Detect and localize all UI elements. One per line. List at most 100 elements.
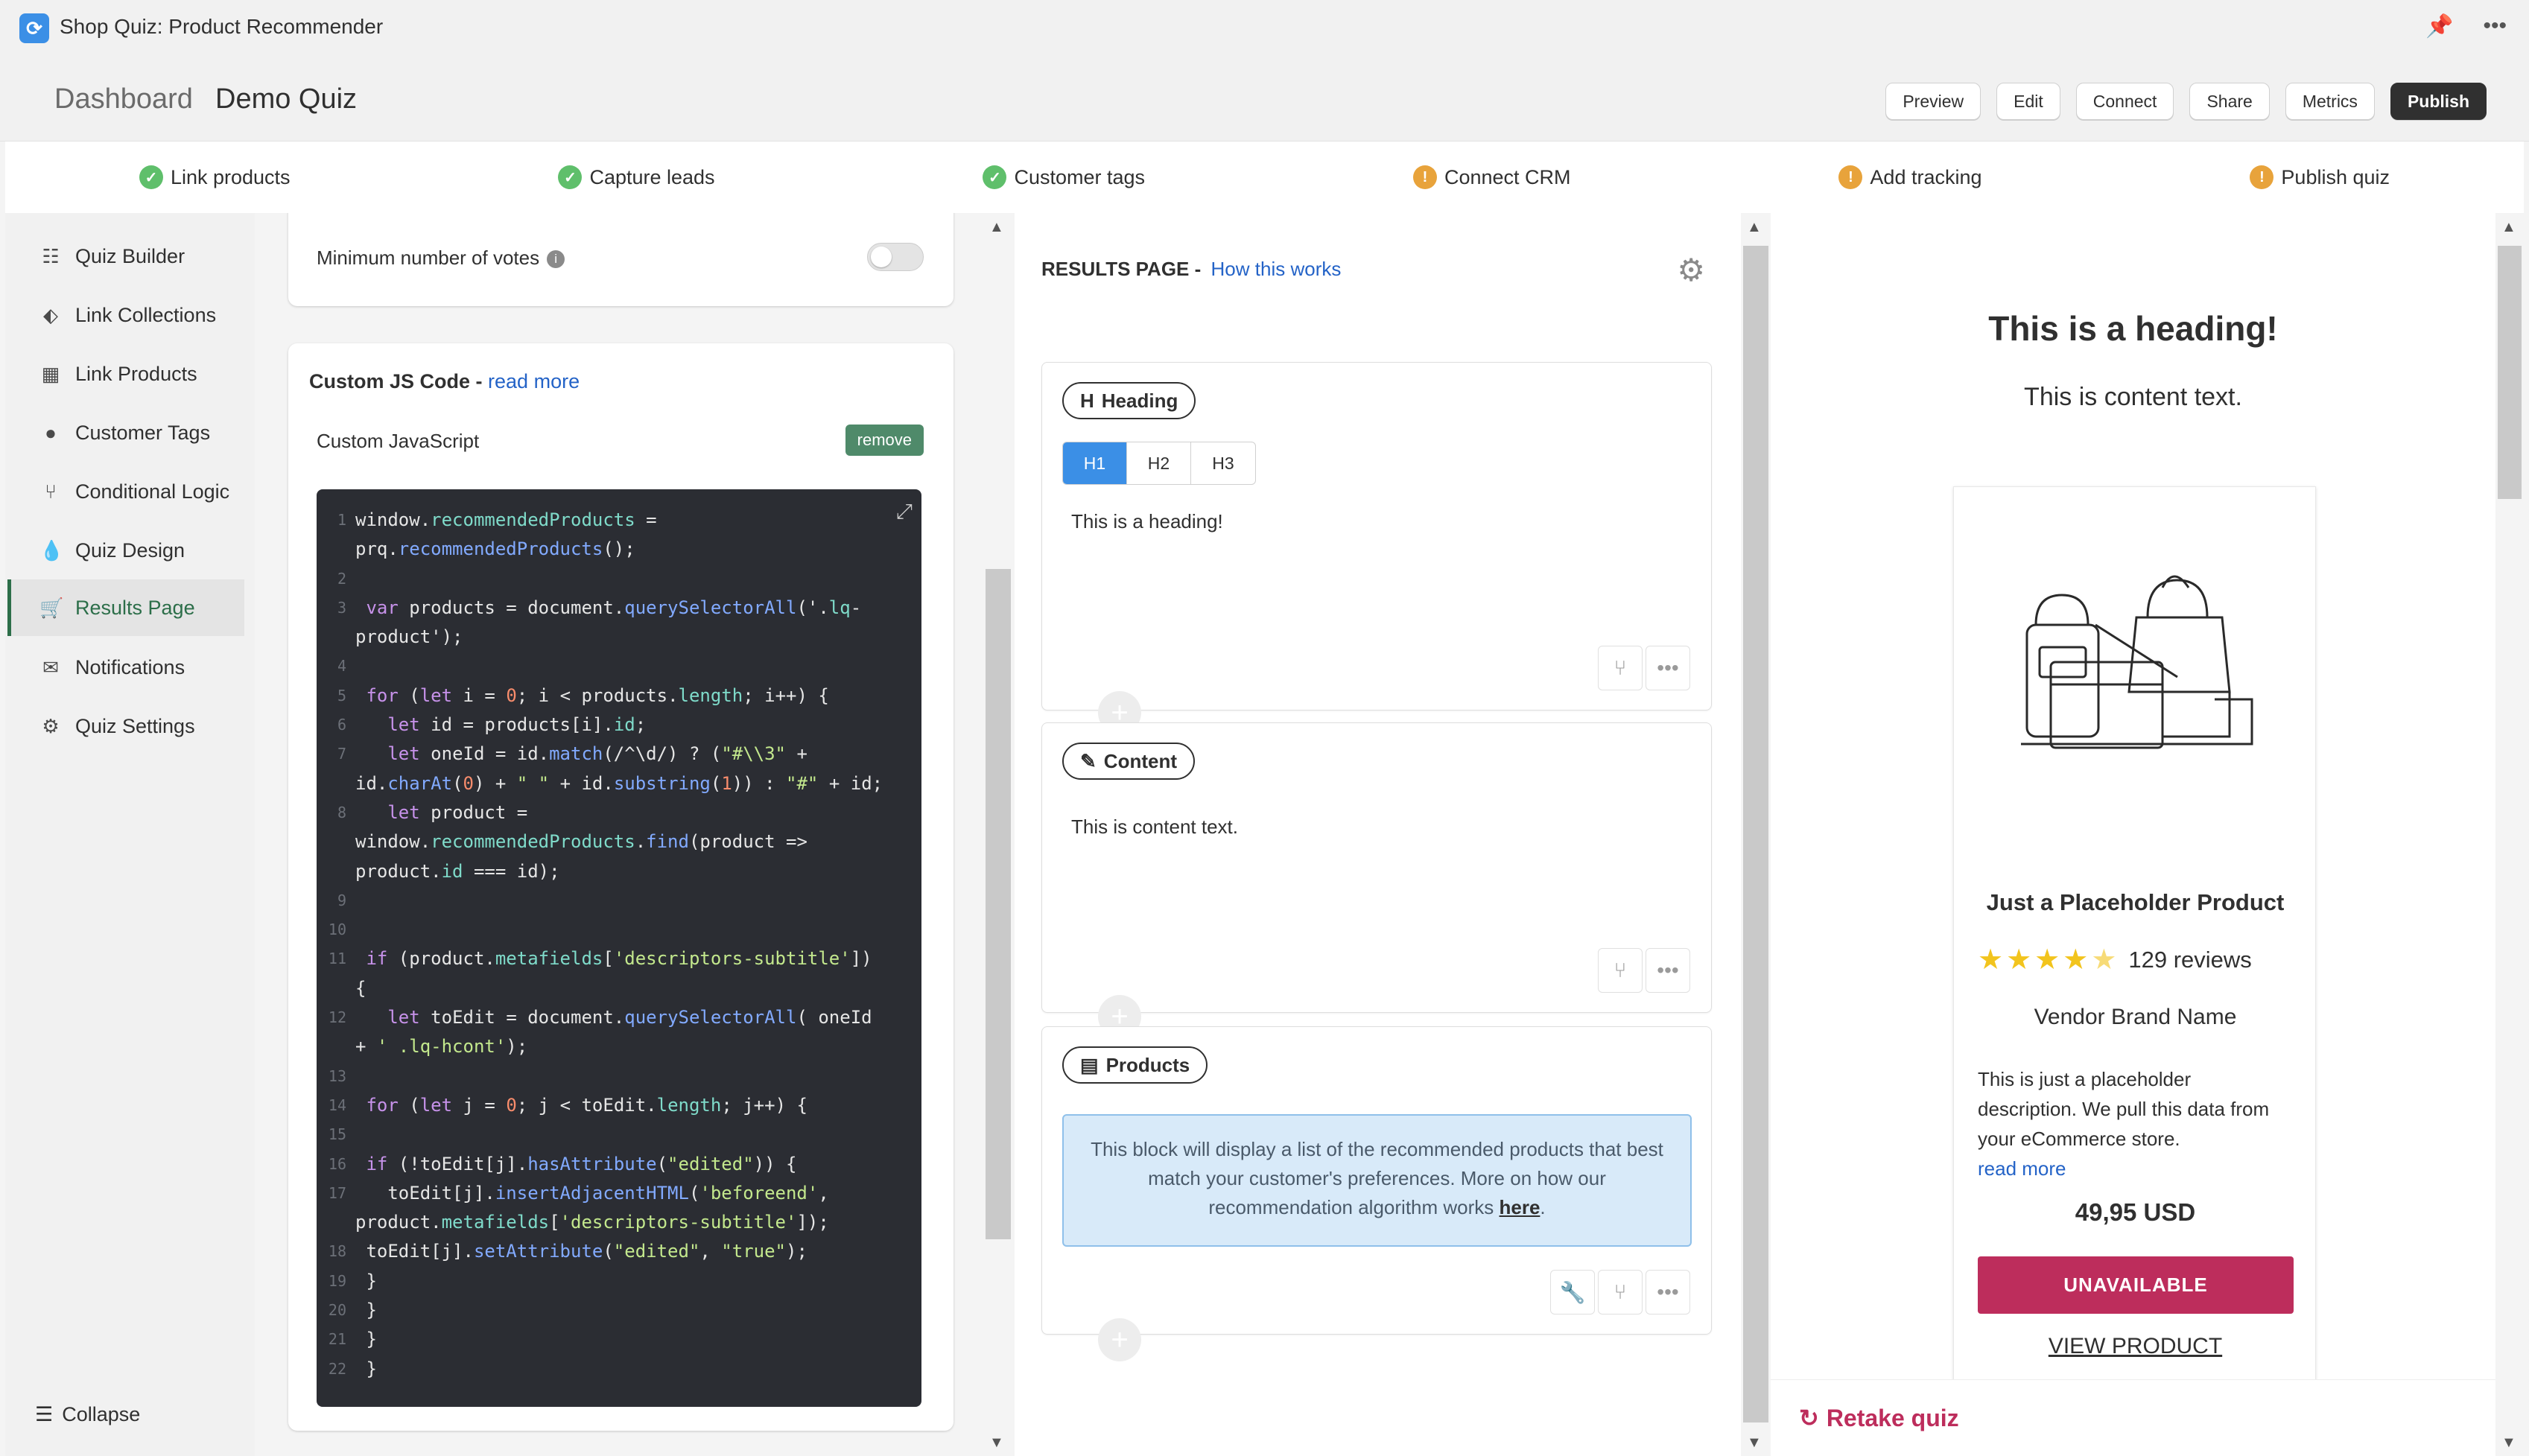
- settings-panel: Minimum number of votes i Custom JS Code …: [255, 213, 1000, 1456]
- step-connect-crm[interactable]: ! Connect CRM: [1412, 165, 1571, 189]
- scroll-down-icon[interactable]: ▼: [2501, 1434, 2516, 1452]
- sidebar-item-label: Link Collections: [75, 303, 217, 326]
- expand-icon[interactable]: ⤢: [896, 497, 913, 526]
- tab-h2[interactable]: H2: [1127, 442, 1191, 484]
- here-link[interactable]: here: [1500, 1196, 1540, 1218]
- check-icon: ✓: [983, 165, 1007, 189]
- code-text: let oneId = id.match(/^\d/) ? ("#\\3" +: [387, 743, 807, 765]
- sidebar-item-notifications[interactable]: ✉ Notifications: [7, 639, 244, 696]
- scroll-up-icon[interactable]: ▲: [2501, 219, 2516, 236]
- tab-h1[interactable]: H1: [1063, 442, 1127, 484]
- content-text[interactable]: This is content text.: [1071, 816, 1238, 839]
- sidebar-item-link-products[interactable]: ▦ Link Products: [7, 346, 244, 402]
- more-icon[interactable]: •••: [2483, 13, 2507, 39]
- code-line: + ' .lq-hcont');: [317, 1032, 921, 1061]
- view-product-link[interactable]: VIEW PRODUCT: [1954, 1334, 2317, 1359]
- scroll-up-icon[interactable]: ▲: [1747, 219, 1762, 236]
- title-bar-actions: 📌 •••: [2425, 13, 2507, 39]
- pin-icon[interactable]: 📌: [2425, 13, 2453, 39]
- collapse-button[interactable]: ☰ Collapse: [35, 1403, 140, 1426]
- logic-icon[interactable]: ⑂: [1598, 1270, 1643, 1314]
- code-text: prq.recommendedProducts();: [355, 538, 635, 560]
- code-line: 2: [317, 565, 921, 594]
- scroll-up-icon[interactable]: ▲: [989, 219, 1004, 236]
- custom-js-card: Custom JS Code - read more Custom JavaSc…: [288, 343, 953, 1431]
- check-icon: ✓: [558, 165, 583, 189]
- remove-button[interactable]: remove: [845, 425, 924, 456]
- product-name[interactable]: Just a Placeholder Product: [1954, 889, 2317, 916]
- sidebar-item-results-page[interactable]: 🛒 Results Page: [7, 579, 244, 636]
- code-line: prq.recommendedProducts();: [317, 535, 921, 564]
- step-label: Link products: [170, 165, 291, 188]
- share-button[interactable]: Share: [2189, 83, 2270, 120]
- code-line: 11 if (product.metafields['descriptors-s…: [317, 944, 921, 973]
- info-icon[interactable]: i: [547, 250, 565, 268]
- step-publish-quiz[interactable]: ! Publish quiz: [2250, 165, 2390, 189]
- read-more-link[interactable]: read more: [488, 370, 580, 392]
- page-title: Demo Quiz: [215, 83, 358, 115]
- metrics-button[interactable]: Metrics: [2285, 83, 2375, 120]
- more-icon[interactable]: •••: [1646, 1270, 1690, 1314]
- connect-button[interactable]: Connect: [2075, 83, 2174, 120]
- add-block-button[interactable]: +: [1098, 1318, 1141, 1361]
- preview-scrollbar[interactable]: ▲ ▼: [2495, 213, 2524, 1456]
- results-scrollbar[interactable]: ▲ ▼: [1741, 213, 1771, 1456]
- scrollbar-thumb[interactable]: [1743, 246, 1768, 1422]
- header-actions: Preview Edit Connect Share Metrics Publi…: [1885, 83, 2487, 120]
- step-link-products[interactable]: ✓ Link products: [139, 165, 291, 189]
- products-info-text: This block will display a list of the re…: [1091, 1138, 1663, 1218]
- code-editor[interactable]: ⤢ 1 window.recommendedProducts = prq.recom…: [317, 489, 921, 1407]
- sidebar-item-conditional-logic[interactable]: ⑂ Conditional Logic: [7, 463, 244, 520]
- step-capture-leads[interactable]: ✓ Capture leads: [558, 165, 715, 189]
- heading-text[interactable]: This is a heading!: [1071, 510, 1223, 533]
- setup-steps: ✓ Link products ✓ Capture leads ✓ Customer …: [5, 142, 2524, 213]
- scrollbar-thumb[interactable]: [2498, 246, 2522, 499]
- unavailable-button[interactable]: UNAVAILABLE: [1978, 1256, 2294, 1314]
- product-description-text: This is just a placeholder description. …: [1978, 1068, 2270, 1150]
- step-add-tracking[interactable]: ! Add tracking: [1838, 165, 1982, 189]
- line-number: 4: [337, 657, 346, 675]
- scrollbar-thumb[interactable]: [986, 569, 1011, 1239]
- retake-quiz-button[interactable]: ↻ Retake quiz: [1771, 1379, 2495, 1456]
- step-customer-tags[interactable]: ✓ Customer tags: [983, 165, 1145, 189]
- min-votes-toggle[interactable]: [867, 243, 924, 271]
- preview-button[interactable]: Preview: [1885, 83, 1981, 120]
- code-text: }: [355, 1358, 377, 1379]
- heading-level-tabs: H1 H2 H3: [1062, 442, 1256, 485]
- line-number: 19: [328, 1271, 346, 1290]
- code-text: if (!toEdit[j].hasAttribute("edited")) {: [366, 1153, 797, 1174]
- code-text: toEdit[j].insertAdjacentHTML('beforeend'…: [355, 1182, 829, 1204]
- wrench-icon[interactable]: 🔧: [1550, 1270, 1595, 1314]
- sidebar-item-quiz-settings[interactable]: ⚙ Quiz Settings: [7, 698, 244, 754]
- how-this-works-link[interactable]: How this works: [1211, 258, 1342, 280]
- sidebar-item-customer-tags[interactable]: ● Customer Tags: [7, 404, 244, 461]
- collapse-icon: ☰: [35, 1403, 54, 1425]
- warning-icon: !: [2250, 165, 2274, 189]
- content-block[interactable]: ✎ Content This is content text. ⑂ •••: [1041, 722, 1712, 1013]
- sidebar-item-quiz-builder[interactable]: ☷ Quiz Builder: [7, 228, 244, 284]
- products-info-end: .: [1540, 1196, 1546, 1218]
- products-label-text: Products: [1105, 1053, 1190, 1076]
- sidebar-item-link-collections[interactable]: ⬖ Link Collections: [7, 287, 244, 343]
- sidebar-item-quiz-design[interactable]: 💧 Quiz Design: [7, 522, 244, 579]
- gear-icon[interactable]: ⚙: [1677, 252, 1705, 288]
- block-actions: 🔧 ⑂ •••: [1550, 1270, 1690, 1314]
- scroll-down-icon[interactable]: ▼: [989, 1434, 1004, 1452]
- settings-scrollbar[interactable]: ▲ ▼: [983, 213, 1013, 1456]
- more-icon[interactable]: •••: [1646, 948, 1690, 993]
- edit-button[interactable]: Edit: [1996, 83, 2060, 120]
- tab-h3[interactable]: H3: [1191, 442, 1255, 484]
- heading-block[interactable]: H Heading H1 H2 H3 This is a heading! ⑂ •…: [1041, 362, 1712, 710]
- breadcrumb-dashboard[interactable]: Dashboard: [54, 83, 193, 115]
- more-icon[interactable]: •••: [1646, 646, 1690, 690]
- publish-button[interactable]: Publish: [2390, 83, 2487, 120]
- step-label: Customer tags: [1014, 165, 1146, 188]
- product-vendor: Vendor Brand Name: [2034, 1005, 2237, 1029]
- logic-icon[interactable]: ⑂: [1598, 948, 1643, 993]
- logic-icon[interactable]: ⑂: [1598, 646, 1643, 690]
- read-more-link[interactable]: read more: [1978, 1154, 2291, 1183]
- warning-icon: !: [1412, 165, 1437, 189]
- products-block[interactable]: ▤ Products This block will display a list…: [1041, 1026, 1712, 1335]
- code-line: 4: [317, 652, 921, 681]
- scroll-down-icon[interactable]: ▼: [1747, 1434, 1762, 1452]
